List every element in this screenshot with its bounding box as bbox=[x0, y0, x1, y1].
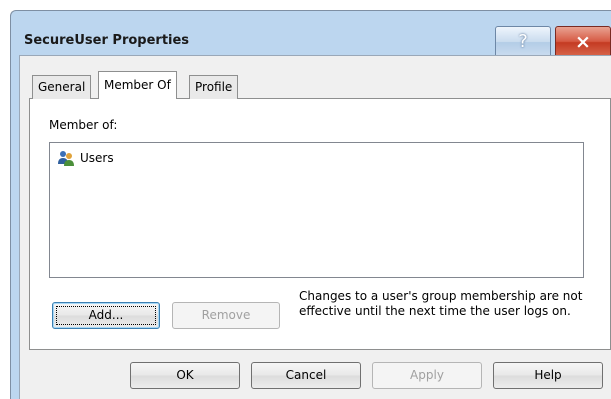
member-of-list[interactable]: Users bbox=[49, 142, 584, 278]
ok-button-label: OK bbox=[176, 368, 194, 382]
member-of-label-text: Member of: bbox=[49, 118, 118, 132]
list-item-label: Users bbox=[80, 151, 114, 165]
member-of-label: Member of: bbox=[49, 118, 117, 132]
help-button[interactable]: Help bbox=[493, 362, 603, 389]
close-button[interactable]: × bbox=[555, 26, 611, 58]
tab-member-of-label: Member Of bbox=[104, 78, 171, 92]
cancel-button-label: Cancel bbox=[285, 368, 327, 382]
list-item[interactable]: Users bbox=[57, 149, 114, 167]
membership-note: Changes to a user's group membership are… bbox=[299, 289, 583, 318]
focus-ring bbox=[56, 306, 156, 325]
apply-button[interactable]: Apply bbox=[372, 362, 482, 389]
cancel-button[interactable]: Cancel bbox=[251, 362, 361, 389]
remove-button-label: Remove bbox=[201, 308, 251, 322]
close-icon: × bbox=[575, 31, 591, 53]
add-button[interactable]: Add... bbox=[52, 302, 160, 329]
apply-button-label: Apply bbox=[410, 368, 444, 382]
tab-member-of[interactable]: Member Of bbox=[98, 71, 177, 99]
tab-profile[interactable]: Profile bbox=[189, 75, 239, 99]
help-button-label: Help bbox=[534, 368, 562, 382]
question-icon: ? bbox=[518, 31, 528, 52]
window-title: SecureUser Properties bbox=[24, 33, 190, 48]
ok-button[interactable]: OK bbox=[130, 362, 240, 389]
tab-general[interactable]: General bbox=[32, 75, 92, 99]
group-icon bbox=[58, 151, 74, 166]
tab-general-label: General bbox=[38, 80, 86, 94]
remove-button[interactable]: Remove bbox=[172, 302, 280, 329]
tab-profile-label: Profile bbox=[195, 80, 233, 94]
help-title-button[interactable]: ? bbox=[495, 26, 551, 58]
